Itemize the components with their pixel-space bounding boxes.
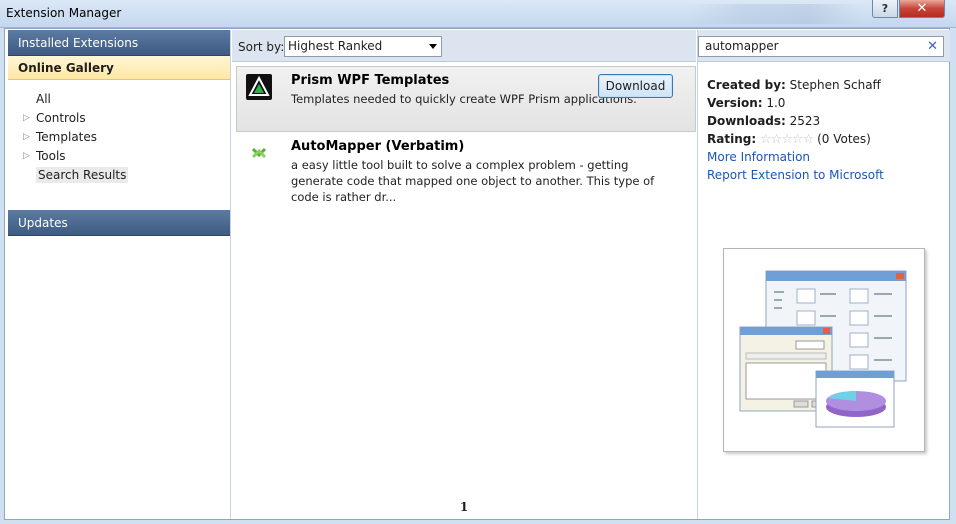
extension-details: Created by: Stephen Schaff Version: 1.0 … — [707, 76, 947, 184]
downloads-label: Downloads: — [707, 114, 786, 128]
sort-value: Highest Ranked — [288, 39, 383, 53]
votes-value: (0 Votes) — [817, 132, 871, 146]
tree-item-search-results[interactable]: Search Results — [22, 166, 230, 185]
sort-dropdown[interactable]: Highest Ranked — [284, 36, 442, 57]
tree-item-all[interactable]: All — [22, 90, 230, 109]
automapper-icon — [251, 147, 267, 159]
tree-item-label: Search Results — [36, 167, 129, 183]
downloads-row: Downloads: 2523 — [707, 112, 947, 130]
sidebar-installed-extensions[interactable]: Installed Extensions — [8, 30, 230, 56]
extension-preview-image — [723, 248, 925, 452]
search-bar: automapper ✕ — [698, 30, 950, 62]
tree-item-label: Controls — [36, 111, 86, 125]
tree-item-controls[interactable]: ▷ Controls — [22, 109, 230, 128]
sort-toolbar: Sort by: Highest Ranked — [232, 30, 696, 62]
window-body: Installed Extensions Online Gallery All … — [4, 28, 950, 520]
detail-pane: automapper ✕ Created by: Stephen Schaff … — [697, 30, 950, 519]
gallery-tree: All ▷ Controls ▷ Templates ▷ Tools Searc… — [8, 80, 230, 210]
page-number[interactable]: 1 — [232, 500, 696, 514]
rating-label: Rating: — [707, 132, 757, 146]
star-rating-icon: ☆☆☆☆☆ — [759, 132, 814, 147]
extension-title: AutoMapper (Verbatim) — [291, 139, 465, 154]
extension-description: a easy little tool built to solve a comp… — [291, 158, 655, 204]
preview-illustration — [739, 270, 907, 428]
tree-item-label: Tools — [36, 149, 66, 163]
more-information-link[interactable]: More Information — [707, 148, 947, 166]
version-label: Version: — [707, 96, 763, 110]
version-value: 1.0 — [766, 96, 786, 110]
sidebar-online-gallery[interactable]: Online Gallery — [8, 56, 230, 80]
chevron-down-icon — [429, 44, 437, 49]
expand-arrow-icon[interactable]: ▷ — [23, 147, 30, 166]
report-extension-link[interactable]: Report Extension to Microsoft — [707, 166, 947, 184]
created-by-row: Created by: Stephen Schaff — [707, 76, 947, 94]
extension-title: Prism WPF Templates — [291, 73, 450, 88]
version-row: Version: 1.0 — [707, 94, 947, 112]
tree-item-label: All — [36, 92, 51, 106]
sidebar: Installed Extensions Online Gallery All … — [8, 30, 231, 519]
extension-list: Prism WPF Templates Templates needed to … — [236, 66, 696, 204]
downloads-value: 2523 — [789, 114, 821, 128]
rating-row: Rating: ☆☆☆☆☆ (0 Votes) — [707, 130, 947, 148]
extension-item-automapper[interactable]: AutoMapper (Verbatim) a easy little tool… — [236, 132, 696, 204]
created-by-label: Created by: — [707, 78, 786, 92]
help-button[interactable]: ? — [872, 0, 898, 18]
tree-item-tools[interactable]: ▷ Tools — [22, 147, 230, 166]
clear-search-icon[interactable]: ✕ — [927, 37, 938, 56]
tree-item-templates[interactable]: ▷ Templates — [22, 128, 230, 147]
close-button[interactable]: ✕ — [899, 0, 945, 18]
sort-label: Sort by: — [238, 40, 285, 54]
search-value: automapper — [705, 39, 779, 53]
results-pane: Sort by: Highest Ranked Prism WPF Templa… — [232, 30, 696, 519]
search-input[interactable]: automapper ✕ — [698, 36, 944, 57]
tree-item-label: Templates — [36, 130, 98, 144]
download-button[interactable]: Download — [598, 74, 673, 98]
expand-arrow-icon[interactable]: ▷ — [23, 109, 30, 128]
extension-item-prism[interactable]: Prism WPF Templates Templates needed to … — [236, 66, 696, 132]
created-by-value: Stephen Schaff — [789, 78, 881, 92]
window-title: Extension Manager — [6, 6, 122, 20]
prism-template-icon — [246, 74, 272, 100]
expand-arrow-icon[interactable]: ▷ — [23, 128, 30, 147]
title-bar: Extension Manager ? ✕ — [0, 0, 956, 28]
title-bar-reflection — [690, 4, 860, 24]
sidebar-updates[interactable]: Updates — [8, 210, 230, 236]
